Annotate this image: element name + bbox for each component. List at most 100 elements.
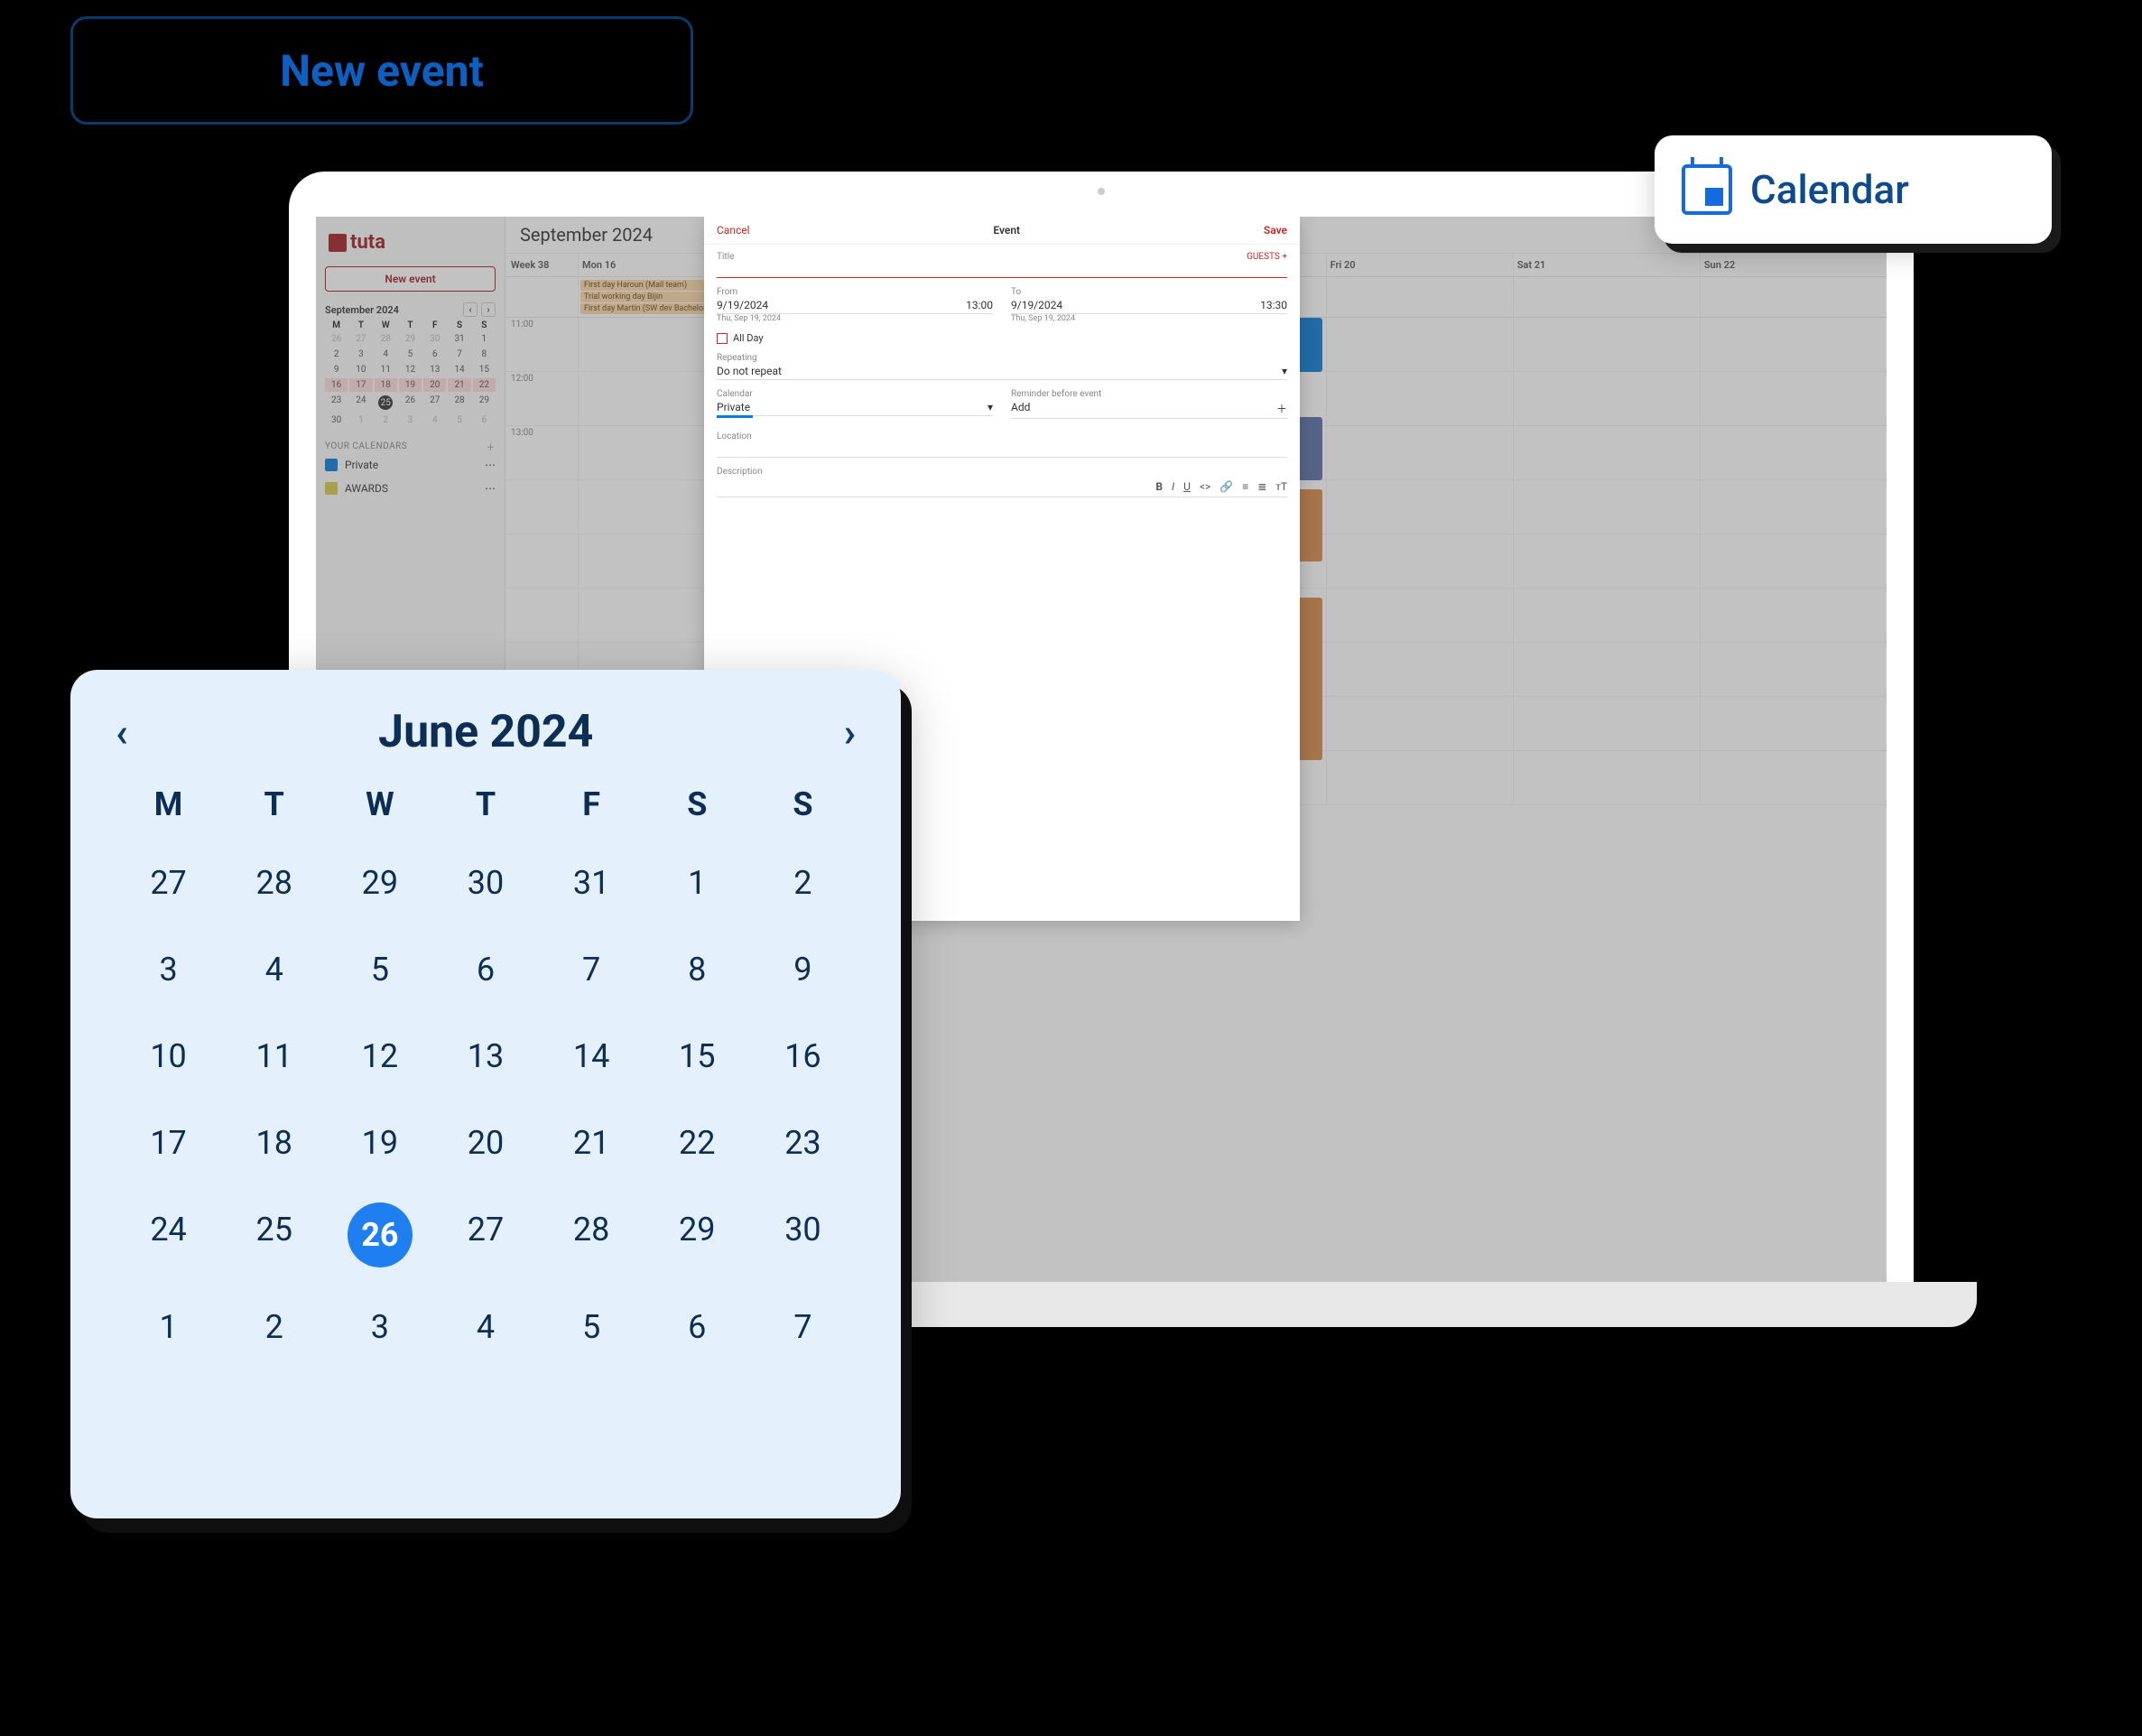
month-title: June 2024: [378, 706, 593, 758]
month-day-cell[interactable]: 29: [327, 856, 432, 910]
month-day-cell[interactable]: 31: [539, 856, 644, 910]
new-event-button[interactable]: New event: [70, 16, 693, 125]
month-day-cell[interactable]: 15: [644, 1029, 750, 1083]
location-input[interactable]: [717, 441, 1287, 458]
month-day-cell[interactable]: 1: [116, 1300, 221, 1354]
month-picker-popup: ‹ June 2024 › MTWTFSS2728293031123456789…: [70, 670, 901, 1518]
month-day-cell[interactable]: 6: [644, 1300, 750, 1354]
month-day-cell[interactable]: 3: [327, 1300, 432, 1354]
month-day-header: T: [221, 785, 327, 823]
from-date-sub: Thu, Sep 19, 2024: [717, 314, 993, 323]
from-label: From: [717, 287, 993, 297]
ordered-list-button[interactable]: ≡: [1242, 480, 1248, 493]
month-day-cell[interactable]: 2: [221, 1300, 327, 1354]
month-day-cell[interactable]: 19: [327, 1116, 432, 1170]
month-day-cell[interactable]: 3: [116, 942, 221, 997]
code-button[interactable]: <>: [1200, 480, 1210, 493]
month-day-cell[interactable]: 2: [750, 856, 856, 910]
from-date-input[interactable]: 9/19/2024 13:00: [717, 297, 993, 314]
month-day-header: W: [327, 785, 432, 823]
month-day-cell[interactable]: 29: [644, 1202, 750, 1257]
modal-title: Event: [993, 224, 1020, 237]
to-date-value: 9/19/2024: [1011, 299, 1062, 311]
calendar-select[interactable]: Private ▾: [717, 399, 993, 416]
month-day-cell[interactable]: 9: [750, 942, 856, 997]
chevron-down-icon: ▾: [988, 401, 993, 413]
calendar-value: Private: [717, 401, 750, 413]
guests-button[interactable]: GUESTS +: [1247, 252, 1287, 262]
title-input[interactable]: [717, 262, 1287, 278]
month-day-cell[interactable]: 4: [221, 942, 327, 997]
repeating-value: Do not repeat: [717, 365, 782, 377]
month-day-cell[interactable]: 8: [644, 942, 750, 997]
month-day-cell[interactable]: 6: [432, 942, 538, 997]
location-label: Location: [717, 432, 1287, 441]
month-day-cell[interactable]: 21: [539, 1116, 644, 1170]
repeating-label: Repeating: [717, 353, 1287, 363]
repeating-select[interactable]: Do not repeat ▾: [717, 363, 1287, 380]
month-day-cell[interactable]: 28: [539, 1202, 644, 1257]
link-button[interactable]: 🔗: [1219, 480, 1233, 493]
month-day-cell[interactable]: 24: [116, 1202, 221, 1257]
month-next-button[interactable]: ›: [844, 709, 856, 756]
title-label: Title: [717, 252, 1287, 262]
month-day-header: S: [644, 785, 750, 823]
month-day-cell[interactable]: 14: [539, 1029, 644, 1083]
description-label: Description: [717, 467, 1287, 477]
month-day-header: S: [750, 785, 856, 823]
month-day-cell[interactable]: 17: [116, 1116, 221, 1170]
to-time-value: 13:30: [1260, 299, 1287, 311]
to-date-input[interactable]: 9/19/2024 13:30: [1011, 297, 1287, 314]
month-prev-button[interactable]: ‹: [116, 709, 128, 756]
save-button[interactable]: Save: [1264, 224, 1287, 237]
month-day-cell[interactable]: 7: [750, 1300, 856, 1354]
month-day-cell[interactable]: 13: [432, 1029, 538, 1083]
month-day-cell[interactable]: 23: [750, 1116, 856, 1170]
to-label: To: [1011, 287, 1287, 297]
allday-checkbox[interactable]: [717, 333, 728, 344]
month-grid: MTWTFSS272829303112345678910111213141516…: [116, 785, 856, 1354]
to-date-sub: Thu, Sep 19, 2024: [1011, 314, 1287, 323]
unordered-list-button[interactable]: ≣: [1257, 480, 1266, 493]
month-day-cell[interactable]: 20: [432, 1116, 538, 1170]
camera-icon: [1098, 188, 1105, 195]
calendar-badge[interactable]: Calendar: [1655, 135, 2052, 244]
month-day-cell[interactable]: 5: [539, 1300, 644, 1354]
month-day-header: M: [116, 785, 221, 823]
month-day-cell[interactable]: 1: [644, 856, 750, 910]
cancel-button[interactable]: Cancel: [717, 224, 750, 237]
month-day-cell[interactable]: 12: [327, 1029, 432, 1083]
month-day-header: F: [539, 785, 644, 823]
plus-icon: ＋: [1276, 401, 1287, 416]
description-input[interactable]: [717, 497, 1287, 678]
month-day-cell[interactable]: 26: [348, 1202, 413, 1267]
allday-label: All Day: [733, 332, 764, 344]
reminder-select[interactable]: Add ＋: [1011, 399, 1287, 419]
month-day-cell[interactable]: 11: [221, 1029, 327, 1083]
month-day-cell[interactable]: 27: [432, 1202, 538, 1257]
bold-button[interactable]: B: [1155, 480, 1163, 493]
calendar-color-accent: [717, 415, 753, 418]
calendar-icon: [1682, 164, 1732, 215]
calendar-badge-label: Calendar: [1750, 166, 1909, 213]
text-size-button[interactable]: ᴛT: [1275, 480, 1287, 493]
month-day-cell[interactable]: 5: [327, 942, 432, 997]
reminder-label: Reminder before event: [1011, 389, 1287, 399]
month-day-cell[interactable]: 18: [221, 1116, 327, 1170]
italic-button[interactable]: I: [1172, 480, 1174, 493]
reminder-value: Add: [1011, 401, 1030, 416]
calendar-select-label: Calendar: [717, 389, 993, 399]
month-day-cell[interactable]: 25: [221, 1202, 327, 1257]
month-day-cell[interactable]: 4: [432, 1300, 538, 1354]
month-day-cell[interactable]: 16: [750, 1029, 856, 1083]
month-day-cell[interactable]: 30: [750, 1202, 856, 1257]
month-day-cell[interactable]: 22: [644, 1116, 750, 1170]
underline-button[interactable]: U: [1183, 480, 1191, 493]
month-day-cell[interactable]: 30: [432, 856, 538, 910]
month-day-cell[interactable]: 27: [116, 856, 221, 910]
month-day-cell[interactable]: 10: [116, 1029, 221, 1083]
month-day-cell[interactable]: 7: [539, 942, 644, 997]
from-time-value: 13:00: [966, 299, 993, 311]
from-date-value: 9/19/2024: [717, 299, 768, 311]
month-day-cell[interactable]: 28: [221, 856, 327, 910]
